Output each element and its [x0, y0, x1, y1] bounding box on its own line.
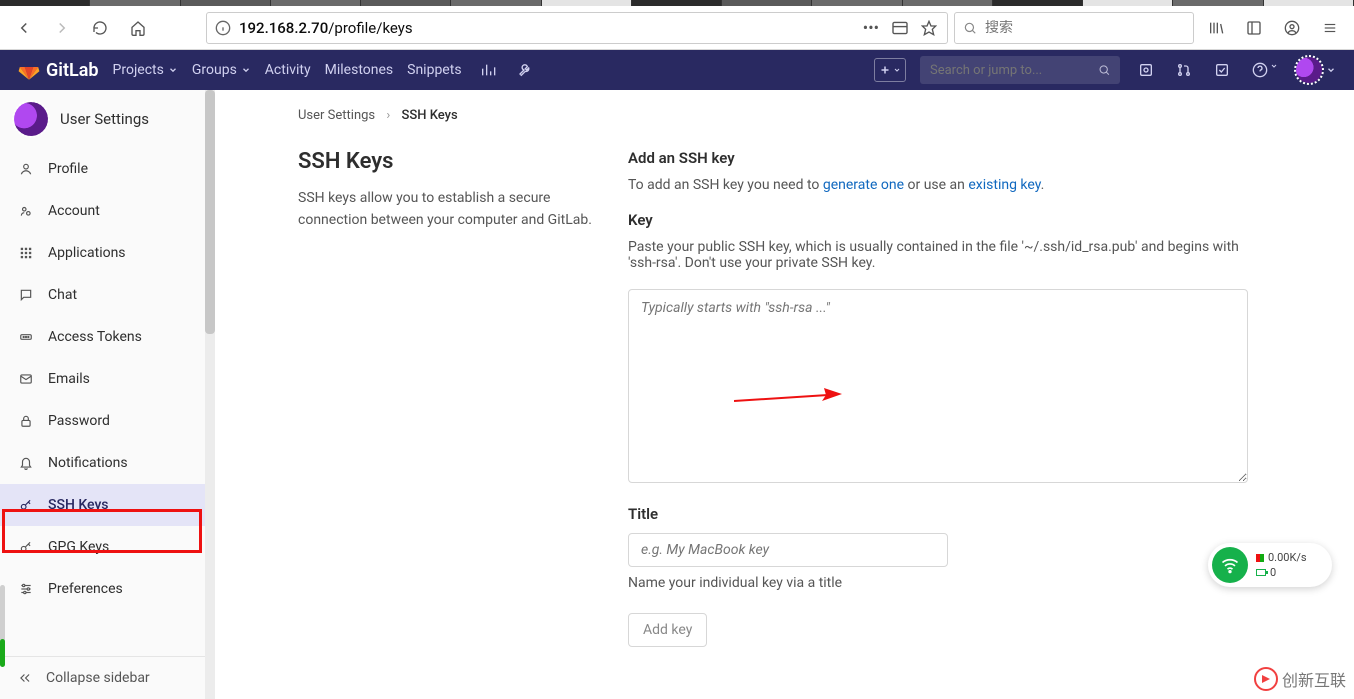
gitlab-search-input[interactable] — [930, 63, 1090, 78]
reload-button[interactable] — [84, 12, 116, 44]
info-icon — [215, 20, 231, 36]
breadcrumb: User Settings › SSH Keys — [298, 108, 1314, 123]
url-text: 192.168.2.70/profile/keys — [239, 19, 853, 37]
back-button[interactable] — [8, 12, 40, 44]
forward-button[interactable] — [46, 12, 78, 44]
title-input[interactable] — [628, 533, 948, 567]
network-widget[interactable]: 0.00K/s 0 — [1208, 543, 1332, 587]
sidebar-item-notifications[interactable]: Notifications — [0, 442, 205, 484]
add-key-button[interactable]: Add key — [628, 613, 707, 647]
sidebar-item-chat[interactable]: Chat — [0, 274, 205, 316]
nav-projects[interactable]: Projects — [113, 62, 178, 78]
browser-tab-strip — [0, 0, 1354, 6]
help-icon[interactable] — [1248, 58, 1282, 82]
apps-icon — [18, 246, 34, 260]
wrench-icon[interactable] — [514, 58, 538, 82]
gitlab-navbar: GitLab Projects Groups Activity Mileston… — [0, 50, 1354, 90]
content-area: User Settings › SSH Keys SSH Keys SSH ke… — [206, 90, 1354, 699]
search-icon — [963, 21, 977, 35]
sidebar-list: Profile Account Applications Chat Access… — [0, 148, 205, 656]
nav-milestones[interactable]: Milestones — [325, 62, 394, 78]
brand-text: GitLab — [46, 60, 99, 81]
mail-icon — [18, 372, 34, 386]
library-icon[interactable] — [1200, 12, 1232, 44]
sidebar-avatar — [14, 102, 48, 136]
menu-icon[interactable] — [1314, 12, 1346, 44]
url-bar[interactable]: 192.168.2.70/profile/keys ••• — [206, 12, 948, 44]
sidebar-title: User Settings — [60, 110, 149, 128]
sidebar-item-profile[interactable]: Profile — [0, 148, 205, 190]
user-menu[interactable] — [1296, 57, 1336, 83]
user-icon — [18, 162, 34, 176]
sidebar-item-emails[interactable]: Emails — [0, 358, 205, 400]
issues-icon[interactable] — [1134, 58, 1158, 82]
breadcrumb-root[interactable]: User Settings — [298, 108, 375, 123]
todos-icon[interactable] — [1210, 58, 1234, 82]
settings-sidebar: User Settings Profile Account Applicatio… — [0, 90, 206, 699]
sidebar-item-password[interactable]: Password — [0, 400, 205, 442]
sidebar-toggle-icon[interactable] — [1238, 12, 1270, 44]
reader-icon[interactable] — [889, 19, 911, 37]
key-label: Key — [628, 211, 1268, 229]
add-key-form: Add an SSH key To add an SSH key you nee… — [628, 149, 1268, 647]
browser-search-input[interactable] — [985, 20, 1185, 36]
sidebar-item-preferences[interactable]: Preferences — [0, 568, 205, 610]
bookmark-star-icon[interactable] — [919, 18, 939, 38]
wifi-icon — [1212, 547, 1248, 583]
chevron-left-double-icon — [18, 671, 32, 685]
account-icon[interactable] — [1276, 12, 1308, 44]
nav-snippets[interactable]: Snippets — [407, 62, 461, 78]
chat-icon — [18, 288, 34, 302]
breadcrumb-sep: › — [386, 108, 390, 123]
merge-request-icon[interactable] — [1172, 58, 1196, 82]
new-dropdown[interactable] — [874, 58, 906, 82]
token-icon — [18, 330, 34, 344]
nav-groups[interactable]: Groups — [192, 62, 251, 78]
nav-activity[interactable]: Activity — [265, 62, 311, 78]
add-key-heading: Add an SSH key — [628, 149, 1268, 167]
watermark: 创新互联 — [1254, 667, 1346, 691]
progress-indicator — [0, 585, 5, 667]
avatar — [1296, 57, 1322, 83]
sidebar-item-ssh-keys[interactable]: SSH Keys — [0, 484, 205, 526]
title-label: Title — [628, 505, 1268, 523]
search-icon — [1098, 63, 1110, 77]
sliders-icon — [18, 582, 34, 596]
gitlab-search[interactable] — [920, 56, 1120, 84]
activity-graph-icon[interactable] — [476, 58, 500, 82]
more-icon[interactable]: ••• — [861, 16, 881, 39]
gitlab-logo[interactable]: GitLab — [18, 59, 99, 81]
key-icon — [18, 540, 34, 554]
network-stats: 0.00K/s 0 — [1256, 551, 1307, 579]
sidebar-item-gpg-keys[interactable]: GPG Keys — [0, 526, 205, 568]
key-icon — [18, 498, 34, 512]
add-key-text: To add an SSH key you need to generate o… — [628, 177, 1268, 193]
sidebar-header[interactable]: User Settings — [0, 90, 205, 148]
key-hint: Paste your public SSH key, which is usua… — [628, 239, 1268, 271]
browser-search[interactable] — [954, 12, 1194, 44]
lock-icon — [18, 414, 34, 428]
chevron-down-icon — [1326, 65, 1336, 75]
sidebar-item-access-tokens[interactable]: Access Tokens — [0, 316, 205, 358]
account-icon — [18, 204, 34, 218]
link-generate[interactable]: generate one — [823, 177, 904, 193]
page-description: SSH keys allow you to establish a secure… — [298, 188, 604, 231]
key-textarea[interactable] — [628, 289, 1248, 483]
sidebar-item-account[interactable]: Account — [0, 190, 205, 232]
browser-toolbar: 192.168.2.70/profile/keys ••• — [0, 6, 1354, 50]
collapse-sidebar[interactable]: Collapse sidebar — [0, 656, 205, 699]
section-description: SSH Keys SSH keys allow you to establish… — [298, 149, 604, 647]
link-existing[interactable]: existing key — [968, 177, 1040, 193]
bell-icon — [18, 456, 34, 470]
sidebar-item-applications[interactable]: Applications — [0, 232, 205, 274]
title-hint: Name your individual key via a title — [628, 575, 1268, 591]
breadcrumb-current: SSH Keys — [402, 108, 458, 123]
page-title: SSH Keys — [298, 149, 604, 174]
home-button[interactable] — [122, 12, 154, 44]
